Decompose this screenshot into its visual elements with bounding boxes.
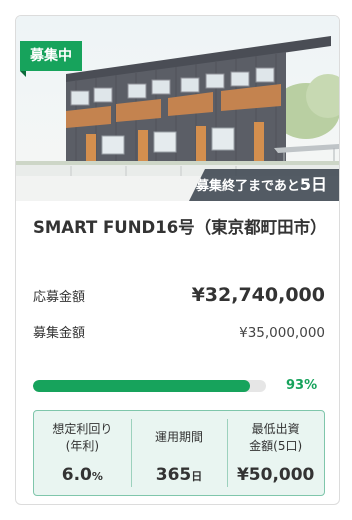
progress-bar [33, 380, 266, 392]
applied-amount-label: 応募金額 [33, 290, 86, 305]
target-amount-label: 募集金額 [33, 326, 86, 341]
term-label-line1: 想定利回り [52, 422, 113, 436]
target-amount-row: 募集金額 ¥35,000,000 [33, 322, 325, 341]
term-number: ¥50,000 [236, 465, 315, 485]
term-label-line2: 金額(5口) [249, 439, 303, 453]
term-value: 365日 [131, 465, 228, 485]
fund-card[interactable]: 募集中 募集終了まであと5日 SMART FUND16号（東京都町田市） 応募金… [15, 15, 340, 505]
deadline-prefix: 募集終了まであと [195, 179, 300, 194]
property-photo[interactable]: 募集中 募集終了まであと5日 [16, 16, 339, 201]
term-yield: 想定利回り (年利) 6.0% [34, 411, 131, 495]
term-period: 運用期間 365日 [130, 411, 228, 495]
term-unit: % [91, 470, 103, 483]
term-minimum: 最低出資金額(5口) ¥50,000 [227, 411, 324, 495]
status-badge: 募集中 [20, 41, 82, 77]
deadline-days: 5日 [299, 175, 327, 194]
term-value: 6.0% [34, 465, 131, 485]
term-label-line1: 運用期間 [155, 430, 204, 444]
term-number: 6.0 [61, 465, 92, 485]
terms-box: 想定利回り (年利) 6.0% 運用期間 365日 最低出資金額(5口) ¥50,… [33, 410, 325, 496]
deadline-ribbon: 募集終了まであと5日 [189, 169, 339, 201]
term-label: 最低出資金額(5口) [227, 421, 324, 455]
target-amount-value: ¥35,000,000 [239, 325, 325, 341]
term-label-line1: 最低出資 [251, 422, 300, 436]
progress-percent: 93% [286, 378, 318, 393]
term-label: 想定利回り (年利) [34, 421, 131, 455]
fund-title[interactable]: SMART FUND16号（東京都町田市） [33, 216, 327, 240]
term-label-line2: (年利) [65, 439, 100, 453]
applied-amount-row: 応募金額 ¥32,740,000 [33, 284, 325, 306]
applied-amount-value: ¥32,740,000 [191, 284, 325, 306]
term-number: 365 [155, 465, 192, 485]
progress-fill [33, 380, 250, 392]
term-value: ¥50,000 [227, 465, 324, 485]
term-label: 運用期間 [131, 429, 228, 446]
term-unit: 日 [191, 470, 203, 483]
